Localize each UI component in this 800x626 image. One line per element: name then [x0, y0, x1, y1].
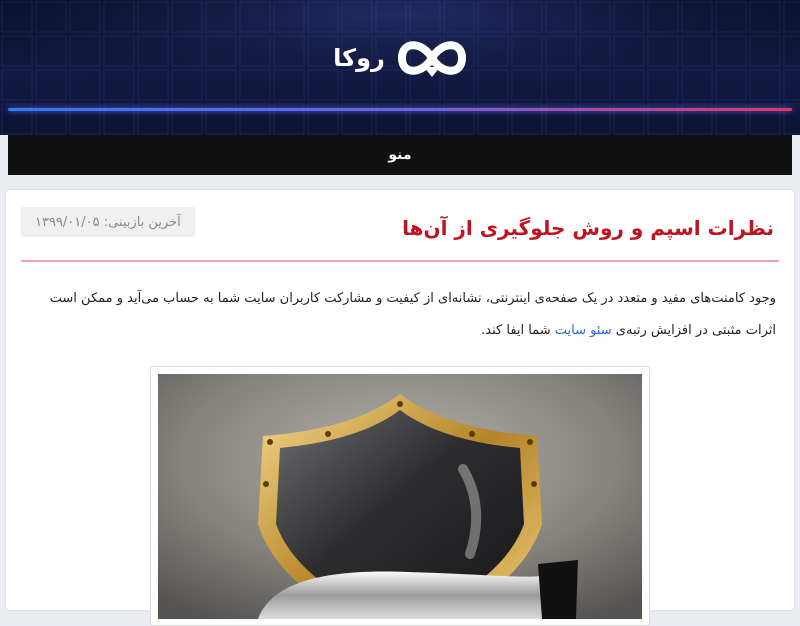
site-header: روکا	[0, 0, 800, 135]
brand[interactable]: روکا	[330, 28, 470, 88]
header-accent-line	[8, 108, 792, 111]
nav-bar: منو	[8, 135, 792, 175]
seo-link[interactable]: سئو سایت	[555, 323, 612, 338]
paragraph-text-start: وجود کامنت‌های مفید و متعدد در یک صفحه‌ی…	[49, 291, 776, 338]
article-image	[150, 366, 650, 626]
roka-logo-icon	[397, 41, 466, 77]
paragraph-text-end: شما ایفا کند.	[481, 323, 555, 338]
shield-icon	[158, 374, 642, 619]
article-card: نظرات اسپم و روش جلوگیری از آن‌ها آخرین …	[6, 190, 794, 626]
title-divider	[21, 260, 779, 262]
menu-button[interactable]: منو	[388, 147, 411, 163]
article-title: نظرات اسپم و روش جلوگیری از آن‌ها	[402, 216, 774, 240]
brand-name: روکا	[333, 44, 385, 72]
last-updated-badge: آخرین بازبینی: ۱۳۹۹/۰۱/۰۵	[21, 207, 195, 237]
article-paragraph: وجود کامنت‌های مفید و متعدد در یک صفحه‌ی…	[16, 283, 776, 347]
